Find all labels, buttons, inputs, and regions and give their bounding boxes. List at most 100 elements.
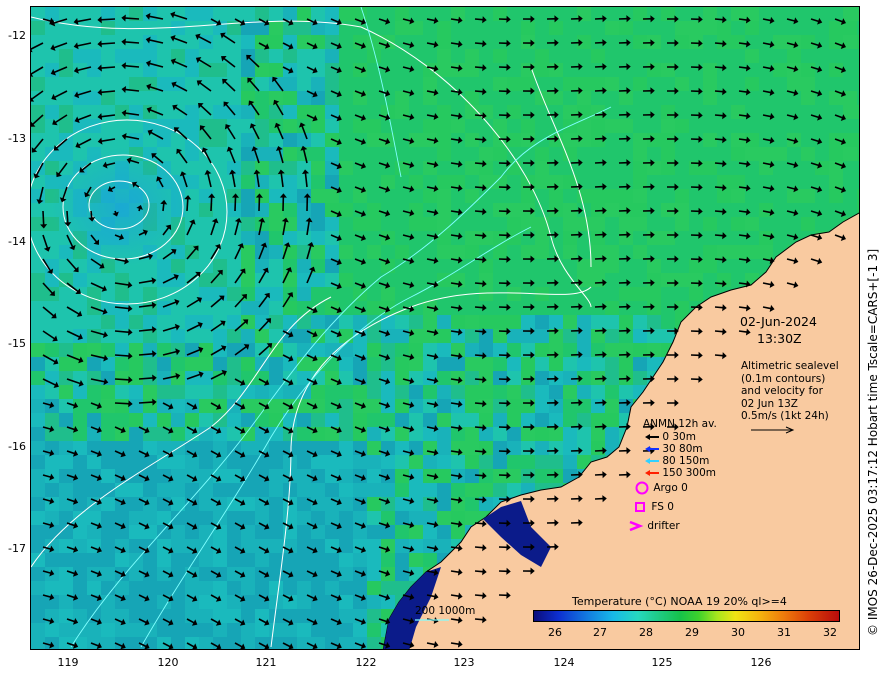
sst-cell (507, 91, 521, 105)
sst-cell (45, 63, 59, 77)
sst-cell (493, 357, 507, 371)
sst-cell (241, 553, 255, 567)
sst-cell (171, 539, 185, 553)
sst-cell (59, 119, 73, 133)
sst-cell (297, 567, 311, 581)
sst-cell (227, 273, 241, 287)
sst-cell (101, 581, 115, 595)
velocity-arrow (714, 258, 724, 261)
velocity-arrow (714, 306, 724, 309)
velocity-arrow (474, 330, 484, 333)
sst-cell (633, 371, 647, 385)
sst-cell (521, 63, 535, 77)
sst-cell (703, 77, 717, 91)
depth-contour-swatch (415, 619, 449, 621)
sst-cell (31, 385, 45, 399)
sst-cell (815, 63, 829, 77)
sst-cell (535, 357, 549, 371)
lon-label-121: 121 (255, 656, 277, 669)
sst-cell (157, 77, 171, 91)
drifter-chevron-icon (629, 520, 644, 532)
sst-cell (437, 315, 451, 329)
velocity-arrow (474, 258, 484, 261)
sst-cell (549, 189, 563, 203)
sst-cell (605, 77, 619, 91)
sst-cell (45, 357, 59, 371)
velocity-arrow (714, 114, 724, 117)
sst-cell (801, 217, 815, 231)
sst-cell (465, 483, 479, 497)
map-area[interactable] (30, 6, 860, 650)
sst-cell (507, 413, 521, 427)
sst-cell (591, 287, 605, 301)
sst-cell (661, 315, 675, 329)
velocity-arrow (234, 197, 237, 212)
sst-cell (59, 105, 73, 119)
velocity-arrow (138, 377, 153, 380)
sst-cell (171, 357, 185, 371)
sst-cell (213, 357, 227, 371)
sst-cell (437, 189, 451, 203)
sst-cell (157, 133, 171, 147)
sst-cell (255, 623, 269, 637)
sst-cell (339, 7, 353, 21)
sst-cell (367, 161, 381, 175)
sst-cell (255, 455, 269, 469)
fs-square-icon (635, 502, 645, 512)
sst-cell (689, 49, 703, 63)
sst-cell (213, 329, 227, 343)
sst-cell (395, 245, 409, 259)
sst-cell (325, 203, 339, 217)
sst-cell (31, 581, 45, 595)
sst-cell (731, 49, 745, 63)
sst-cell (157, 357, 171, 371)
sst-cell (745, 119, 759, 133)
sst-cell (479, 203, 493, 217)
sst-cell (199, 567, 213, 581)
sst-cell (227, 511, 241, 525)
sst-cell (465, 301, 479, 315)
sst-cell (59, 147, 73, 161)
sst-cell (129, 287, 143, 301)
sst-cell (45, 413, 59, 427)
sst-cell (185, 49, 199, 63)
velocity-arrow (714, 354, 724, 357)
sst-cell (703, 203, 717, 217)
sst-cell (269, 273, 283, 287)
sst-cell (31, 525, 45, 539)
colorbar-tick-28: 28 (639, 626, 653, 639)
sst-cell (507, 259, 521, 273)
sst-cell (745, 147, 759, 161)
velocity-arrow (738, 42, 748, 45)
sst-cell (115, 105, 129, 119)
sst-cell (647, 273, 661, 287)
legend-item-150-300: 150 300m (645, 467, 716, 479)
sst-cell (507, 189, 521, 203)
sst-cell (227, 525, 241, 539)
sst-cell (759, 217, 773, 231)
sst-cell (465, 35, 479, 49)
sst-cell (381, 175, 395, 189)
sst-cell (479, 91, 493, 105)
sst-cell (199, 329, 213, 343)
sst-cell (493, 399, 507, 413)
velocity-arrow (474, 114, 484, 117)
velocity-arrow (738, 114, 748, 117)
sst-cell (171, 553, 185, 567)
sst-cell (325, 371, 339, 385)
velocity-arrow (474, 402, 484, 405)
sst-cell (493, 63, 507, 77)
sst-cell (339, 623, 353, 637)
velocity-arrow (450, 426, 460, 429)
sst-cell (717, 21, 731, 35)
sst-cell (31, 609, 45, 623)
argo-circle-icon (635, 481, 649, 495)
sst-cell (367, 231, 381, 245)
sst-cell (143, 441, 157, 455)
sst-cell (339, 175, 353, 189)
sst-cell (241, 315, 255, 329)
sst-cell (269, 7, 283, 21)
sst-cell (451, 245, 465, 259)
sst-cell (493, 49, 507, 63)
sst-cell (325, 217, 339, 231)
